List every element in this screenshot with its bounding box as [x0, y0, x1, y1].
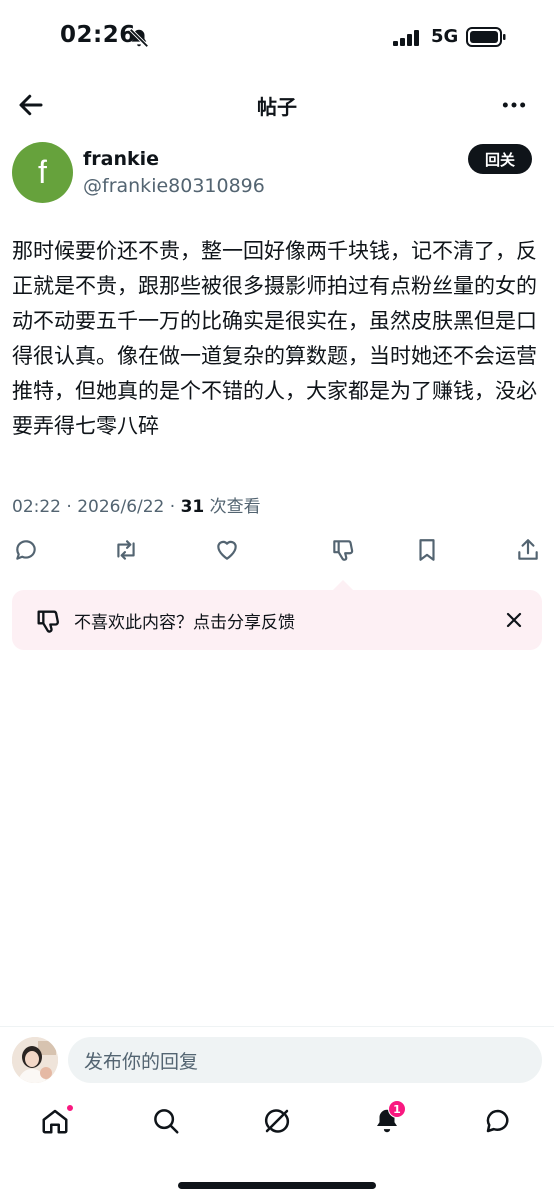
page-title: 帖子: [257, 95, 297, 119]
home-unread-dot: [66, 1104, 74, 1112]
views-count[interactable]: 31: [181, 497, 205, 517]
tab-notifications[interactable]: 1: [372, 1100, 406, 1138]
tab-home[interactable]: [40, 1104, 74, 1138]
more-options-icon[interactable]: [500, 92, 528, 118]
tab-search[interactable]: [151, 1106, 183, 1138]
tab-messages[interactable]: [483, 1106, 515, 1138]
battery-icon: [466, 27, 506, 47]
notifications-badge: 1: [388, 1100, 406, 1118]
bookmark-icon: [419, 539, 435, 561]
reply-button[interactable]: [10, 534, 42, 566]
follow-back-button[interactable]: 回关: [468, 144, 532, 174]
share-button[interactable]: [512, 534, 544, 566]
chat-bubble-icon: [486, 1109, 509, 1133]
search-icon: [154, 1109, 179, 1134]
bell-off-icon: [129, 28, 149, 48]
post-meta: 02:22 · 2026/6/22 · 31 次查看: [12, 492, 261, 517]
author-avatar[interactable]: f: [12, 142, 73, 203]
home-icon: [42, 1109, 68, 1134]
post-timestamp: 02:22 · 2026/6/22 ·: [12, 497, 181, 517]
status-time: 02:26: [60, 22, 136, 48]
like-icon: [217, 540, 237, 560]
bottom-tab-bar: 1: [0, 1100, 554, 1150]
feedback-text[interactable]: 不喜欢此内容？点击分享反馈: [74, 608, 295, 633]
bookmark-button[interactable]: [411, 534, 443, 566]
author-name[interactable]: frankie: [83, 148, 159, 170]
reply-divider: [0, 1026, 554, 1027]
dislike-icon: [37, 610, 59, 633]
reply-icon: [16, 540, 36, 560]
user-avatar[interactable]: [12, 1037, 58, 1083]
reply-input[interactable]: 发布你的回复: [68, 1037, 542, 1083]
like-button[interactable]: [211, 534, 243, 566]
top-header: 帖子: [0, 80, 554, 130]
dislike-button[interactable]: [327, 534, 359, 566]
post-action-bar: [0, 534, 554, 570]
status-bar: 02:26 5G: [0, 0, 554, 76]
dislike-icon: [333, 540, 354, 561]
share-icon: [518, 539, 538, 560]
post-text: 那时候要价还不贵，整一回好像两千块钱，记不清了，反正就是不贵，跟那些被很多摄影师…: [12, 239, 537, 438]
network-type: 5G: [431, 26, 459, 47]
tab-grok[interactable]: [262, 1106, 294, 1138]
author-handle[interactable]: @frankie80310896: [83, 175, 265, 197]
user-avatar-image: [12, 1037, 58, 1083]
feedback-banner[interactable]: 不喜欢此内容？点击分享反馈: [12, 590, 542, 650]
feedback-pointer: [333, 580, 353, 590]
close-icon[interactable]: [502, 608, 526, 632]
signal-icon: [393, 30, 419, 46]
retweet-button[interactable]: [110, 534, 142, 566]
home-indicator: [178, 1182, 376, 1189]
grok-icon: [264, 1109, 290, 1133]
retweet-icon: [117, 540, 135, 560]
views-label: 次查看: [204, 497, 261, 517]
